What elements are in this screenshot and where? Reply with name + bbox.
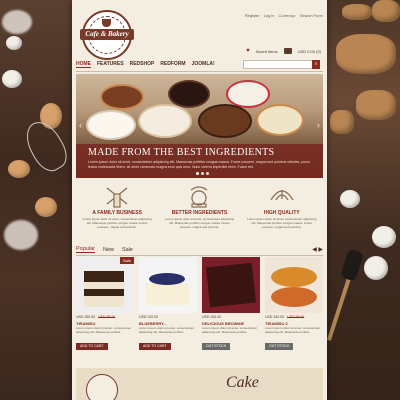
- eggshell-decoration: [364, 256, 388, 280]
- feature-text: Lorem ipsum dolor sit amet, consectetuer…: [82, 217, 152, 229]
- flour-decoration: [4, 220, 38, 250]
- add-to-cart-button[interactable]: ADD TO CART: [139, 342, 171, 350]
- eggshell-decoration: [372, 226, 396, 248]
- product-image[interactable]: [265, 257, 323, 313]
- search-input[interactable]: [243, 60, 313, 69]
- search-form-link[interactable]: Search Form: [300, 13, 323, 18]
- product-price: USD 150.00 USD 99.00: [265, 315, 305, 319]
- product-price: USD 150.00 USD 95.00: [76, 315, 116, 319]
- register-link[interactable]: Register: [245, 13, 260, 18]
- sale-badge: Sale: [119, 257, 134, 264]
- product-tabs: Popular New Sale ◀ ▶: [76, 244, 323, 255]
- add-to-cart-button[interactable]: ADD TO CART: [76, 342, 108, 350]
- egg-decoration: [35, 197, 57, 217]
- cake-image: [86, 110, 136, 140]
- carousel-arrows[interactable]: ◀ ▶: [312, 246, 323, 253]
- currency-selector[interactable]: Currency:: [279, 13, 296, 18]
- features-row: A FAMILY BUSINESS Lorem ipsum dolor sit …: [76, 182, 323, 242]
- search-icon[interactable]: ⌕: [312, 60, 320, 69]
- slider-prev-icon[interactable]: ‹: [79, 120, 82, 130]
- product-card: USD 120.00 BLUEBERRY... Lorem ipsum dolo…: [139, 257, 197, 363]
- out-of-stock-button[interactable]: OUT STOCK: [202, 342, 231, 350]
- top-links: Register Log in Currency: Search Form: [245, 13, 323, 18]
- scale-icon: [185, 184, 213, 208]
- cake-image: [138, 104, 192, 138]
- product-image[interactable]: [202, 257, 260, 313]
- bread-decoration: [356, 90, 396, 120]
- website-page: Register Log in Currency: Search Form Ca…: [72, 0, 327, 400]
- tab-new[interactable]: New: [103, 247, 114, 253]
- heart-icon[interactable]: ♥: [246, 48, 250, 54]
- product-price: USD 100.00: [202, 315, 222, 319]
- banner-text: Cake: [226, 374, 259, 391]
- feature-ingredients: BETTER INGREDIENTS Lorem ipsum dolor sit…: [158, 182, 240, 242]
- cart-icon[interactable]: [283, 48, 292, 54]
- egg-decoration: [8, 160, 30, 178]
- slider-title: MADE FROM THE BEST INGREDIENTS: [88, 147, 275, 158]
- tabs-divider: [76, 255, 323, 256]
- cake-image: [256, 104, 304, 136]
- out-of-stock-button[interactable]: OUT STOCK: [265, 342, 294, 350]
- feature-family: A FAMILY BUSINESS Lorem ipsum dolor sit …: [76, 182, 158, 242]
- cake-image: [198, 104, 252, 138]
- bread-decoration: [336, 34, 396, 74]
- nav-item-home[interactable]: HOME: [76, 61, 91, 68]
- hero-slider: ‹ › MADE FROM THE BEST INGREDIENTS Lorem…: [76, 74, 323, 178]
- windmill-icon: [103, 184, 131, 208]
- eggshell-decoration: [2, 70, 22, 88]
- product-card: USD 100.00 DELICIOUS BROWNIE Lorem ipsum…: [202, 257, 260, 363]
- footer-banner: Cake: [76, 368, 323, 400]
- cart-row: ♥ Saved items USD 0.00 (0): [246, 48, 321, 54]
- feature-text: Lorem ipsum dolor sit amet, consectetuer…: [247, 217, 317, 229]
- product-desc: Lorem ipsum dolor sit amet, consectetuer…: [76, 326, 132, 334]
- slider-dot[interactable]: [196, 172, 199, 175]
- cup-icon: [102, 19, 111, 27]
- banner-logo: [86, 374, 118, 400]
- product-desc: Lorem ipsum dolor sit amet, consectetuer…: [139, 326, 195, 334]
- slider-dots: [196, 172, 209, 175]
- nav-item-redshop[interactable]: REDSHOP: [130, 61, 155, 67]
- nav-item-redform[interactable]: REDFORM: [160, 61, 185, 67]
- nav-divider: [76, 71, 323, 72]
- tab-sale[interactable]: Sale: [122, 247, 133, 253]
- feature-quality: HIGH QUALITY Lorem ipsum dolor sit amet,…: [241, 182, 323, 242]
- slider-dot[interactable]: [201, 172, 204, 175]
- product-desc: Lorem ipsum dolor sit amet, consectetuer…: [202, 326, 258, 334]
- nav-item-joomla[interactable]: JOOMLA!: [192, 61, 215, 67]
- login-link[interactable]: Log in: [264, 13, 275, 18]
- product-list: Sale USD 150.00 USD 95.00 TIRAMISU Lorem …: [76, 257, 323, 363]
- cake-image: [100, 84, 144, 110]
- product-image[interactable]: [139, 257, 197, 313]
- nav-item-features[interactable]: FEATURES: [97, 61, 124, 67]
- product-price: USD 120.00: [139, 315, 159, 319]
- bread-decoration: [372, 0, 400, 22]
- slider-text: Lorem ipsum dolor sit amet, consectetuer…: [88, 160, 310, 169]
- feature-text: Lorem ipsum dolor sit amet, consectetuer…: [164, 217, 235, 229]
- eggshell-decoration: [6, 36, 22, 50]
- cart-total[interactable]: USD 0.00 (0): [298, 49, 321, 54]
- tab-popular[interactable]: Popular: [76, 246, 95, 253]
- bread-decoration: [330, 110, 354, 134]
- logo[interactable]: Cafe & Bakery: [80, 10, 134, 60]
- logo-text: Cafe & Bakery: [80, 29, 134, 40]
- eggshell-decoration: [340, 190, 360, 208]
- bread-decoration: [342, 4, 372, 20]
- slider-next-icon[interactable]: ›: [317, 120, 320, 130]
- product-card: USD 150.00 USD 99.00 TIRAMISU 2 Lorem ips…: [265, 257, 323, 363]
- croissant-icon: [268, 184, 296, 208]
- slider-dot[interactable]: [206, 172, 209, 175]
- product-desc: Lorem ipsum dolor sit amet, consectetuer…: [265, 326, 321, 334]
- main-nav: HOME FEATURES REDSHOP REDFORM JOOMLA! ⌕: [76, 58, 323, 70]
- wishlist-link[interactable]: Saved items: [256, 49, 278, 54]
- flour-decoration: [2, 10, 32, 34]
- product-card: Sale USD 150.00 USD 95.00 TIRAMISU Lorem …: [76, 257, 134, 363]
- product-image[interactable]: Sale: [76, 257, 134, 313]
- cake-image: [168, 80, 210, 108]
